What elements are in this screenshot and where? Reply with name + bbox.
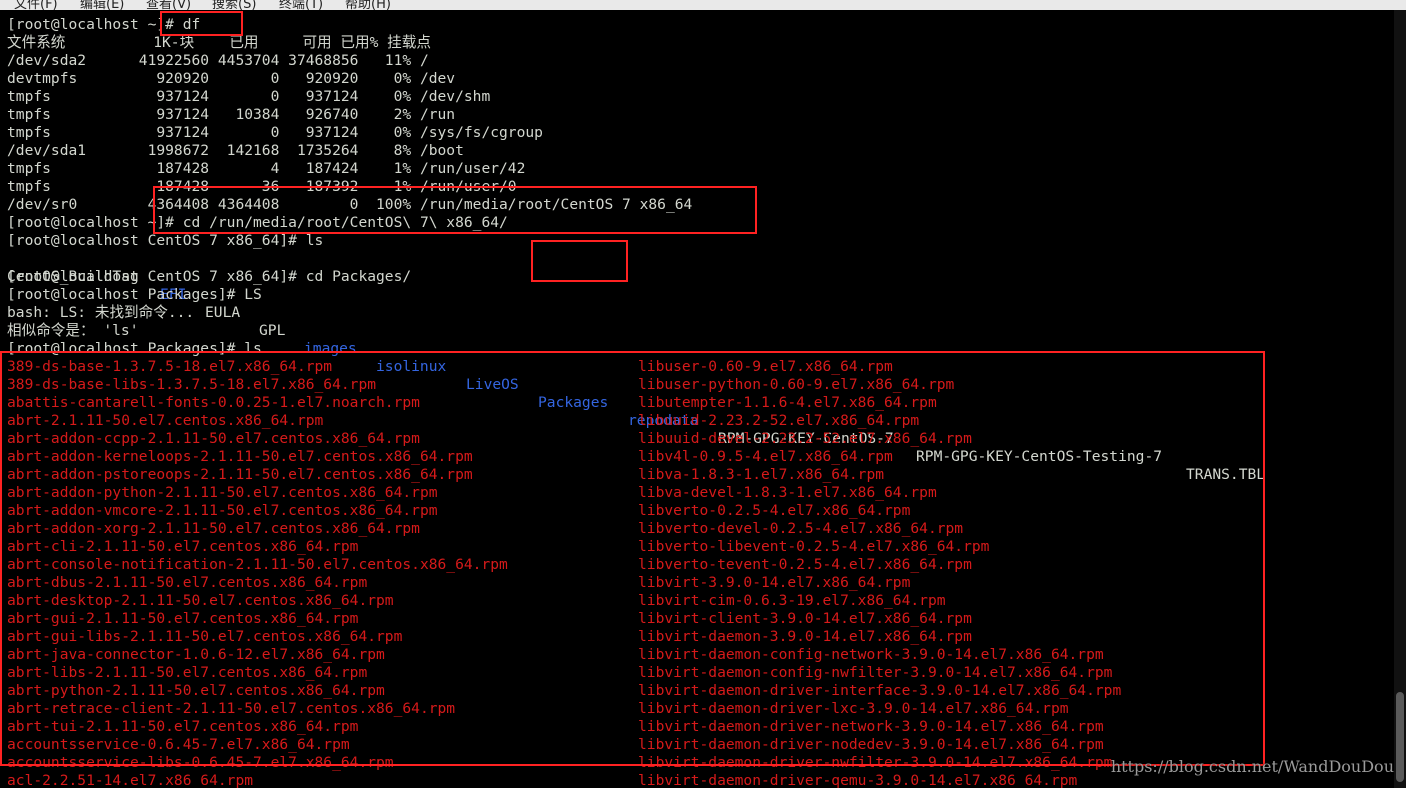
package-item: accountsservice-0.6.45-7.el7.x86_64.rpm [7, 736, 350, 753]
df-row: /dev/sr0 4364408 4364408 0 100% /run/med… [7, 196, 693, 213]
df-row: tmpfs 187428 36 187392 1% /run/user/0 [7, 178, 517, 195]
package-item: libv4l-0.9.5-4.el7.x86_64.rpm [638, 448, 893, 465]
menu-view[interactable]: 查看(V) [146, 0, 191, 10]
package-item: libvirt-client-3.9.0-14.el7.x86_64.rpm [638, 610, 972, 627]
package-item: abrt-libs-2.1.11-50.el7.centos.x86_64.rp… [7, 664, 368, 681]
package-item: abrt-gui-libs-2.1.11-50.el7.centos.x86_6… [7, 628, 403, 645]
package-item: libverto-tevent-0.2.5-4.el7.x86_64.rpm [638, 556, 972, 573]
menu-bar: 文件(F) 编辑(E) 查看(V) 搜索(S) 终端(T) 帮助(H) [0, 0, 1406, 10]
prompt-cd-packages: [root@localhost CentOS 7 x86_64]# cd Pac… [7, 268, 412, 285]
package-item: abrt-addon-kerneloops-2.1.11-50.el7.cent… [7, 448, 473, 465]
scrollbar[interactable] [1394, 10, 1406, 788]
package-item: libverto-0.2.5-4.el7.x86_64.rpm [638, 502, 911, 519]
dir-isolinux: isolinux [376, 358, 447, 375]
prompt-df: [root@localhost ~]# df [7, 16, 201, 33]
package-item: libvirt-daemon-config-network-3.9.0-14.e… [638, 646, 1104, 663]
package-item: libuuid-2.23.2-52.el7.x86_64.rpm [638, 412, 920, 429]
df-row: tmpfs 937124 10384 926740 2% /run [7, 106, 456, 123]
package-item: libvirt-daemon-driver-network-3.9.0-14.e… [638, 718, 1104, 735]
package-item: abrt-2.1.11-50.el7.centos.x86_64.rpm [7, 412, 324, 429]
package-item: abrt-dbus-2.1.11-50.el7.centos.x86_64.rp… [7, 574, 368, 591]
package-item: accountsservice-libs-0.6.45-7.el7.x86_64… [7, 754, 394, 771]
package-item: abrt-addon-python-2.1.11-50.el7.centos.x… [7, 484, 438, 501]
df-row: tmpfs 937124 0 937124 0% /dev/shm [7, 88, 491, 105]
package-item: libverto-libevent-0.2.5-4.el7.x86_64.rpm [638, 538, 990, 555]
df-row: /dev/sda1 1998672 142168 1735264 8% /boo… [7, 142, 464, 159]
package-item: libuuid-devel-2.23.2-52.el7.x86_64.rpm [638, 430, 972, 447]
dir-packages: Packages [538, 394, 609, 411]
terminal-output[interactable]: [root@localhost ~]# df 文件系统 1K-块 已用 可用 已… [0, 16, 1406, 788]
suggestion-message: 相似命令是： 'ls' [7, 322, 139, 339]
scrollbar-thumb[interactable] [1396, 692, 1404, 782]
package-item: libuser-python-0.60-9.el7.x86_64.rpm [638, 376, 955, 393]
package-item: abrt-python-2.1.11-50.el7.centos.x86_64.… [7, 682, 385, 699]
package-item: libutempter-1.1.6-4.el7.x86_64.rpm [638, 394, 937, 411]
dir-liveos: LiveOS [466, 376, 519, 393]
package-item: libvirt-daemon-driver-nodedev-3.9.0-14.e… [638, 736, 1104, 753]
package-item: abrt-console-notification-2.1.11-50.el7.… [7, 556, 508, 573]
file-trans-tbl: TRANS.TBL [1186, 466, 1266, 483]
error-message: bash: LS: 未找到命令... [7, 304, 195, 321]
package-item: abrt-tui-2.1.11-50.el7.centos.x86_64.rpm [7, 718, 359, 735]
package-item: libvirt-daemon-3.9.0-14.el7.x86_64.rpm [638, 628, 972, 645]
menu-terminal[interactable]: 终端(T) [279, 0, 323, 10]
package-item: libvirt-cim-0.6.3-19.el7.x86_64.rpm [638, 592, 946, 609]
package-item: libvirt-daemon-driver-lxc-3.9.0-14.el7.x… [638, 700, 1069, 717]
package-item: acl-2.2.51-14.el7.x86_64.rpm [7, 772, 254, 788]
package-item: abrt-java-connector-1.0.6-12.el7.x86_64.… [7, 646, 385, 663]
file-gpl: GPL [259, 322, 286, 339]
package-item: libva-devel-1.8.3-1.el7.x86_64.rpm [638, 484, 937, 501]
menu-file[interactable]: 文件(F) [14, 0, 58, 10]
df-row: tmpfs 937124 0 937124 0% /sys/fs/cgroup [7, 124, 543, 141]
package-item: 389-ds-base-libs-1.3.7.5-18.el7.x86_64.r… [7, 376, 377, 393]
package-item: abattis-cantarell-fonts-0.0.25-1.el7.noa… [7, 394, 420, 411]
package-item: libva-1.8.3-1.el7.x86_64.rpm [638, 466, 885, 483]
package-item: libverto-devel-0.2.5-4.el7.x86_64.rpm [638, 520, 964, 537]
df-header: 文件系统 1K-块 已用 可用 已用% 挂载点 [7, 34, 431, 51]
package-item: libvirt-daemon-driver-interface-3.9.0-14… [638, 682, 1122, 699]
df-row: devtmpfs 920920 0 920920 0% /dev [7, 70, 456, 87]
package-item: abrt-gui-2.1.11-50.el7.centos.x86_64.rpm [7, 610, 359, 627]
prompt-ls-packages: [root@localhost Packages]# ls [7, 340, 262, 357]
menu-search[interactable]: 搜索(S) [212, 0, 256, 10]
file-gpg-key-testing: RPM-GPG-KEY-CentOS-Testing-7 [916, 448, 1163, 465]
package-item: abrt-addon-vmcore-2.1.11-50.el7.centos.x… [7, 502, 438, 519]
prompt-LS: [root@localhost Packages]# LS [7, 286, 262, 303]
dir-images: images [304, 340, 357, 357]
menu-edit[interactable]: 编辑(E) [80, 0, 124, 10]
package-item: abrt-addon-xorg-2.1.11-50.el7.centos.x86… [7, 520, 420, 537]
file-eula: EULA [205, 304, 241, 321]
menu-help[interactable]: 帮助(H) [345, 0, 391, 10]
package-item: 389-ds-base-1.3.7.5-18.el7.x86_64.rpm [7, 358, 333, 375]
package-item: abrt-addon-pstoreoops-2.1.11-50.el7.cent… [7, 466, 473, 483]
prompt-cd-media: [root@localhost ~]# cd /run/media/root/C… [7, 214, 508, 231]
package-item: libvirt-daemon-driver-qemu-3.9.0-14.el7.… [638, 772, 1078, 788]
ls-root-output: CentOS_BuildTag EFI EULA GPL images isol… [7, 250, 1265, 483]
df-row: /dev/sda2 41922560 4453704 37468856 11% … [7, 52, 429, 69]
package-item: libvirt-daemon-config-nwfilter-3.9.0-14.… [638, 664, 1113, 681]
package-item: libvirt-3.9.0-14.el7.x86_64.rpm [638, 574, 911, 591]
prompt-ls-root: [root@localhost CentOS 7 x86_64]# ls [7, 232, 324, 249]
watermark: https://blog.csdn.net/WandDouDou [1110, 757, 1394, 776]
package-item: abrt-retrace-client-2.1.11-50.el7.centos… [7, 700, 456, 717]
package-item: abrt-cli-2.1.11-50.el7.centos.x86_64.rpm [7, 538, 359, 555]
df-row: tmpfs 187428 4 187424 1% /run/user/42 [7, 160, 526, 177]
package-item: libuser-0.60-9.el7.x86_64.rpm [638, 358, 893, 375]
package-item: abrt-desktop-2.1.11-50.el7.centos.x86_64… [7, 592, 394, 609]
package-item: libvirt-daemon-driver-nwfilter-3.9.0-14.… [638, 754, 1113, 771]
package-item: abrt-addon-ccpp-2.1.11-50.el7.centos.x86… [7, 430, 420, 447]
